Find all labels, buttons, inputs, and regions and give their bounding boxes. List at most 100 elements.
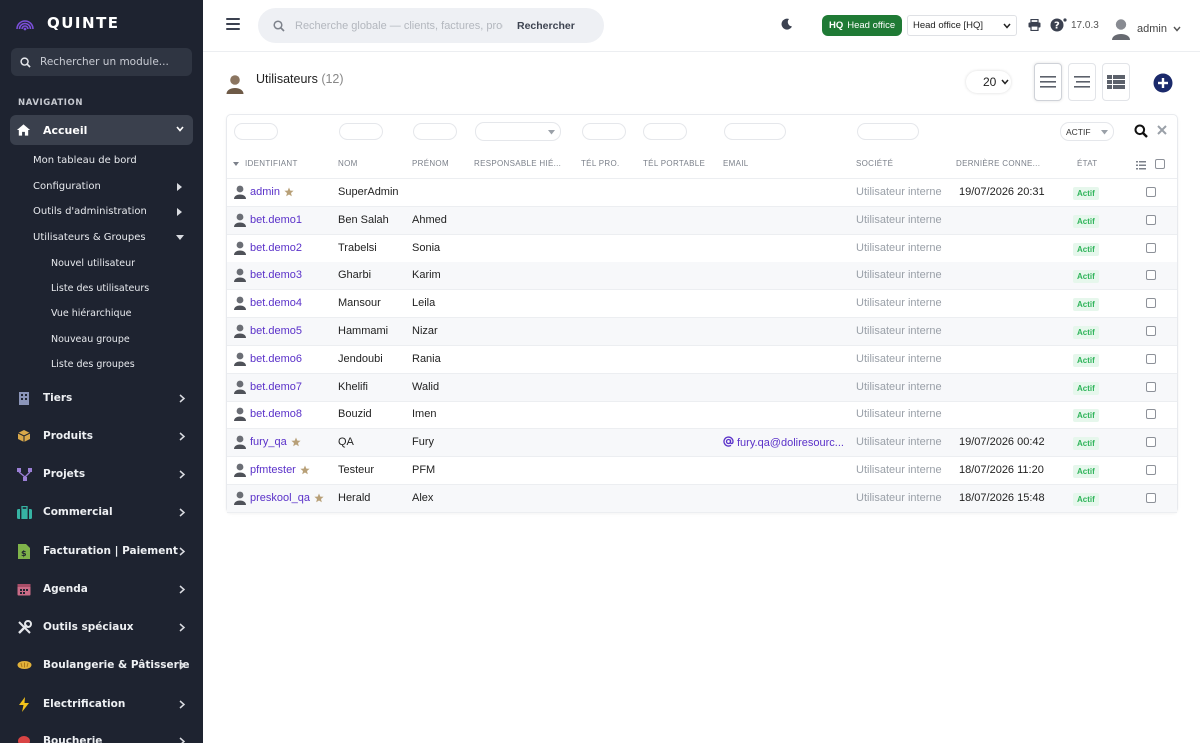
per-page-select[interactable]: 20 (966, 71, 1011, 93)
table-row[interactable]: bet.demo4 Mansour Leila Utilisateur interne… (227, 290, 1177, 319)
table-row[interactable]: bet.demo6 Jendoubi Rania Utilisateur intern… (227, 346, 1177, 374)
filter-tel-pro[interactable] (582, 123, 626, 140)
row-checkbox[interactable] (1146, 381, 1156, 392)
user-login-link[interactable]: bet.demo2 (234, 241, 302, 255)
sub-item-hierarchy[interactable]: Vue hiérarchique (51, 308, 131, 319)
sub-item-group-list[interactable]: Liste des groupes (51, 359, 135, 370)
module-search[interactable] (11, 48, 192, 76)
user-login-link[interactable]: pfmtester (234, 463, 310, 477)
filter-status[interactable]: ACTIF (1060, 122, 1114, 141)
search-button[interactable]: Rechercher (517, 20, 575, 32)
table-row[interactable]: fury_qa QA Fury fury.qa@doliresourc... Utili… (227, 429, 1177, 458)
search-icon[interactable] (1134, 124, 1148, 138)
sub-item-user-list[interactable]: Liste des utilisateurs (51, 283, 149, 294)
entity-select[interactable]: Head office [HQ] (907, 15, 1017, 36)
menu-boucherie[interactable]: Boucherie (16, 731, 196, 743)
module-search-input[interactable] (40, 56, 180, 68)
table-row[interactable]: bet.demo7 Khelifi Walid Utilisateur interne… (227, 373, 1177, 402)
user-login-link[interactable]: bet.demo6 (234, 352, 302, 366)
table-row[interactable]: pfmtester Testeur PFM Utilisateur interne 18… (227, 457, 1177, 485)
table-row[interactable]: bet.demo8 Bouzid Imen Utilisateur interne Ac… (227, 401, 1177, 430)
table-row[interactable]: bet.demo3 Gharbi Karim Utilisateur interne A… (227, 262, 1177, 291)
brand[interactable]: QUINTE (14, 12, 120, 34)
row-checkbox[interactable] (1146, 353, 1156, 364)
menu-facturation[interactable]: $ Facturation | Paiement (16, 541, 196, 561)
sub-item-new-user[interactable]: Nouvel utilisateur (51, 258, 135, 269)
filter-prenom[interactable] (413, 123, 457, 140)
row-checkbox[interactable] (1146, 242, 1156, 253)
grid-view-button[interactable] (1102, 63, 1130, 101)
row-checkbox[interactable] (1146, 409, 1156, 420)
entity-badge[interactable]: HQ Head office (822, 15, 903, 36)
user-login-link[interactable]: bet.demo7 (234, 380, 302, 394)
sub-item-dashboard[interactable]: Mon tableau de bord (33, 155, 137, 166)
row-checkbox[interactable] (1146, 492, 1156, 503)
add-user-button[interactable] (1153, 73, 1173, 93)
th-derniere-connexion[interactable]: DERNIÈRE CONNE... (956, 159, 1040, 168)
menu-produits[interactable]: Produits (16, 426, 196, 446)
th-identifiant[interactable]: IDENTIFIANT (245, 159, 298, 168)
table-row[interactable]: admin SuperAdmin Utilisateur interne 19/07/… (227, 179, 1177, 207)
user-login-link[interactable]: admin (234, 185, 294, 199)
table-row[interactable]: bet.demo1 Ben Salah Ahmed Utilisateur inter… (227, 206, 1177, 235)
filter-login[interactable] (234, 123, 278, 140)
menu-toggle-icon[interactable] (226, 18, 240, 32)
menu-agenda[interactable]: Agenda (16, 579, 196, 599)
global-search[interactable]: Rechercher (258, 8, 604, 43)
th-prenom[interactable]: PRÉNOM (412, 159, 449, 168)
filter-nom[interactable] (339, 123, 383, 140)
user-login-link[interactable]: bet.demo8 (234, 407, 302, 422)
th-tel-pro[interactable]: TÉL PRO. (581, 159, 620, 168)
filter-responsable[interactable] (475, 122, 561, 141)
th-responsable[interactable]: RESPONSABLE HIÉ... (474, 159, 561, 168)
th-societe[interactable]: SOCIÉTÉ (856, 159, 893, 168)
filter-tel-portable[interactable] (643, 123, 687, 140)
menu-commercial[interactable]: Commercial (16, 502, 196, 522)
sub-item-new-group[interactable]: Nouveau groupe (51, 334, 130, 345)
filter-societe[interactable] (857, 123, 919, 140)
menu-outils-speciaux[interactable]: Outils spéciaux (16, 617, 196, 637)
sub-item-users-groups[interactable]: Utilisateurs & Groupes (33, 232, 146, 243)
sort-desc-icon[interactable] (233, 162, 239, 166)
sub-item-admin-tools[interactable]: Outils d'administration (33, 206, 147, 217)
table-row[interactable]: bet.demo2 Trabelsi Sonia Utilisateur intern… (227, 235, 1177, 263)
column-select-icon[interactable] (1136, 161, 1146, 170)
row-checkbox[interactable] (1146, 326, 1156, 336)
row-checkbox[interactable] (1146, 298, 1156, 309)
user-login-link[interactable]: preskool_qa (234, 491, 324, 505)
hierarchy-view-button[interactable] (1068, 63, 1096, 101)
table-row[interactable]: bet.demo5 Hammami Nizar Utilisateur interne… (227, 318, 1177, 346)
row-checkbox[interactable] (1146, 187, 1156, 197)
user-login-link[interactable]: bet.demo4 (234, 296, 302, 311)
row-checkbox[interactable] (1146, 465, 1156, 475)
filter-email[interactable] (724, 123, 786, 140)
help-icon[interactable]: ? (1050, 17, 1068, 33)
nav-item-accueil[interactable]: Accueil (10, 115, 193, 145)
list-view-button[interactable] (1034, 63, 1062, 101)
row-checkbox[interactable] (1146, 270, 1156, 281)
cell-email[interactable]: fury.qa@doliresourc... (723, 436, 844, 449)
user-login-link[interactable]: bet.demo1 (234, 213, 302, 227)
menu-boulangerie[interactable]: Boulangerie & Pâtisserie (16, 655, 196, 675)
close-icon[interactable] (1157, 125, 1167, 135)
row-checkbox[interactable] (1146, 214, 1156, 225)
global-search-input[interactable] (295, 19, 503, 32)
user-login-link[interactable]: fury_qa (234, 435, 301, 450)
menu-projets[interactable]: Projets (16, 464, 196, 484)
th-email[interactable]: EMAIL (723, 159, 749, 168)
printer-icon[interactable] (1028, 19, 1041, 31)
login-text: admin (250, 186, 280, 198)
th-nom[interactable]: NOM (338, 159, 358, 168)
user-login-link[interactable]: bet.demo3 (234, 268, 302, 283)
th-tel-portable[interactable]: TÉL PORTABLE (643, 159, 705, 168)
user-login-link[interactable]: bet.demo5 (234, 324, 302, 338)
sub-item-configuration[interactable]: Configuration (33, 181, 101, 192)
user-menu[interactable]: admin (1111, 18, 1181, 40)
row-checkbox[interactable] (1146, 437, 1156, 448)
moon-icon[interactable] (781, 18, 793, 30)
select-all-checkbox[interactable] (1155, 159, 1165, 169)
menu-electrification[interactable]: Electrification (16, 694, 196, 714)
menu-tiers[interactable]: Tiers (16, 388, 196, 408)
th-etat[interactable]: ÉTAT (1077, 159, 1097, 168)
table-row[interactable]: preskool_qa Herald Alex Utilisateur interne… (227, 484, 1177, 513)
